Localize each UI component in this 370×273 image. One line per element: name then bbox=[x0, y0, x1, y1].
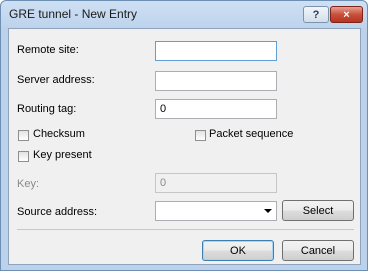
dialog-title: GRE tunnel - New Entry bbox=[9, 7, 138, 21]
key-present-checkbox[interactable] bbox=[18, 151, 29, 162]
server-address-label: Server address: bbox=[17, 74, 95, 86]
routing-tag-input[interactable] bbox=[155, 99, 277, 119]
key-label: Key: bbox=[17, 178, 40, 190]
close-button[interactable]: × bbox=[330, 6, 363, 23]
checksum-label: Checksum bbox=[33, 128, 85, 140]
ok-button[interactable]: OK bbox=[202, 240, 274, 261]
key-present-label: Key present bbox=[33, 149, 92, 161]
server-address-input[interactable] bbox=[155, 71, 277, 91]
dialog-body: Remote site: Server address: Routing tag… bbox=[8, 28, 361, 265]
chevron-down-icon bbox=[264, 209, 272, 213]
title-bar[interactable]: GRE tunnel - New Entry ? × bbox=[1, 1, 367, 27]
checksum-checkbox[interactable] bbox=[18, 130, 29, 141]
packet-sequence-checkbox[interactable] bbox=[195, 130, 206, 141]
packet-sequence-label: Packet sequence bbox=[209, 128, 294, 140]
dialog-window: GRE tunnel - New Entry ? × Remote site: … bbox=[0, 0, 368, 271]
remote-site-label: Remote site: bbox=[17, 44, 79, 56]
divider bbox=[17, 229, 354, 230]
close-icon: × bbox=[343, 8, 350, 21]
help-icon: ? bbox=[312, 8, 320, 21]
cancel-button[interactable]: Cancel bbox=[282, 240, 354, 261]
select-button[interactable]: Select bbox=[282, 200, 354, 221]
source-address-dropdown[interactable] bbox=[155, 201, 277, 221]
key-input bbox=[155, 173, 277, 193]
remote-site-input[interactable] bbox=[155, 41, 277, 61]
source-address-label: Source address: bbox=[17, 206, 98, 218]
help-button[interactable]: ? bbox=[303, 6, 329, 23]
routing-tag-label: Routing tag: bbox=[17, 103, 77, 115]
